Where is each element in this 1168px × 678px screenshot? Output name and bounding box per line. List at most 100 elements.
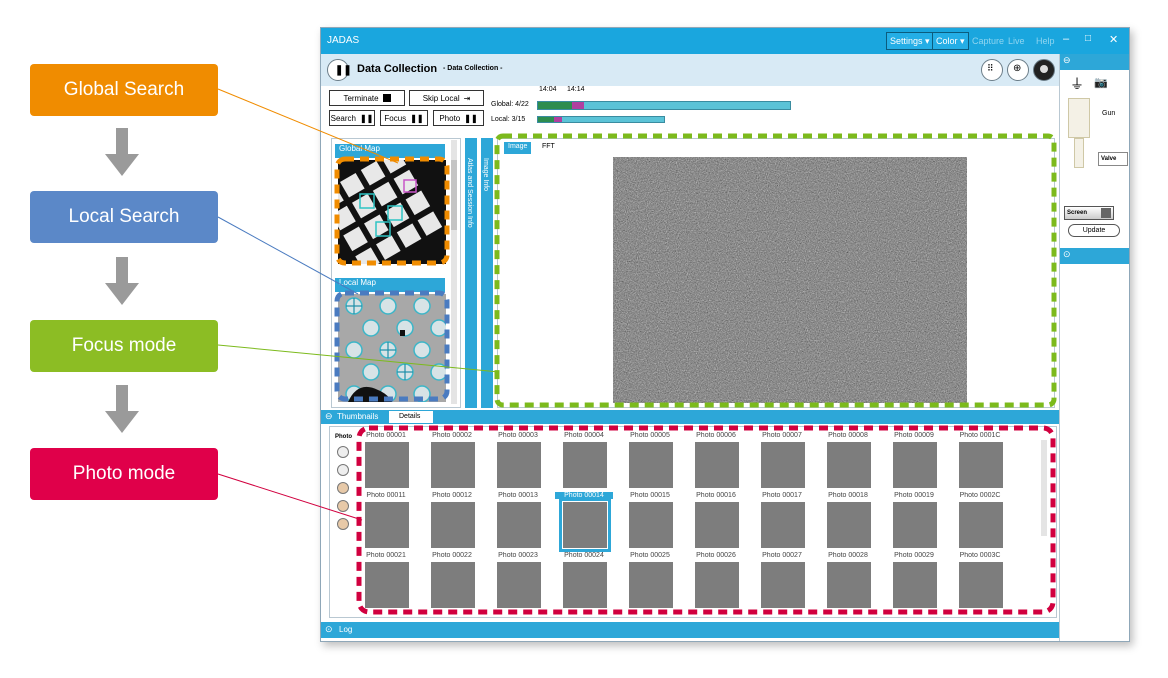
thumbnail-image[interactable] xyxy=(497,562,541,608)
thumbnail-image[interactable] xyxy=(629,562,673,608)
right-panel-section: ⊙ xyxy=(1060,248,1129,264)
search-pause-button[interactable]: Search ❚❚ xyxy=(329,110,375,126)
thumbnail-image[interactable] xyxy=(629,502,673,548)
beam-icon: ⏚ xyxy=(1070,76,1084,92)
collapse-icon[interactable]: ⊖ xyxy=(1063,55,1071,66)
flow-photo-mode: Photo mode xyxy=(30,448,218,500)
thumbnail-image[interactable] xyxy=(695,562,739,608)
local-map-image[interactable] xyxy=(338,294,446,402)
thumbnail-image[interactable] xyxy=(761,502,805,548)
global-map-image[interactable] xyxy=(338,160,446,264)
thumbnail-label: Photo 00004 xyxy=(564,432,604,439)
close-icon[interactable]: ✕ xyxy=(1109,33,1118,46)
tab-thumbnails[interactable]: Thumbnails xyxy=(337,412,378,421)
thumbnail-image[interactable] xyxy=(431,442,475,488)
valve-button[interactable]: Valve xyxy=(1098,152,1128,166)
thumbnail-image[interactable] xyxy=(827,562,871,608)
thumbnail-image[interactable] xyxy=(563,442,607,488)
thumbnail-image[interactable] xyxy=(761,442,805,488)
column-schematic xyxy=(1068,98,1090,138)
title-bar: JADAS Settings ▾ Color ▾ Capture Live He… xyxy=(321,28,1129,54)
pause-icon: ❚❚ xyxy=(335,65,352,76)
thumbnail-label: Photo 00016 xyxy=(696,492,736,499)
color-menu[interactable]: Color ▾ xyxy=(932,32,969,50)
log-bar[interactable]: ⊙ Log xyxy=(321,622,1059,638)
atlas-info-strip[interactable]: Atlas and Session Info xyxy=(465,138,477,408)
thumbnail-label: Photo 00009 xyxy=(894,432,934,439)
thumbnail-image[interactable] xyxy=(629,442,673,488)
thumbnail-image[interactable] xyxy=(365,442,409,488)
thumbnail-image[interactable] xyxy=(497,502,541,548)
thumbnail-label: Photo 00029 xyxy=(894,552,934,559)
tab-fft[interactable]: FFT xyxy=(538,142,559,154)
thumb-scrollbar[interactable] xyxy=(1041,440,1047,536)
settings-menu[interactable]: Settings ▾ xyxy=(886,32,934,50)
skip-local-label: Skip Local xyxy=(422,93,460,103)
thumbnail-label: Photo 00023 xyxy=(498,552,538,559)
gun-label: Gun xyxy=(1102,110,1116,117)
thumbnail-image[interactable] xyxy=(959,562,1003,608)
thumbnail-label: Photo 00021 xyxy=(366,552,406,559)
thumbnail-image[interactable] xyxy=(893,562,937,608)
thumb-tool-button[interactable] xyxy=(337,518,349,530)
screen-toggle[interactable]: Screen xyxy=(1064,206,1114,220)
thumbnail-image[interactable] xyxy=(827,442,871,488)
scrollbar-thumb[interactable] xyxy=(451,160,457,230)
toggle-knob xyxy=(1101,208,1111,218)
thumbnail-image[interactable] xyxy=(497,442,541,488)
thumbnail-image[interactable] xyxy=(365,502,409,548)
terminate-button[interactable]: Terminate xyxy=(329,90,405,106)
skip-local-button[interactable]: Skip Local ⇥ xyxy=(409,90,484,106)
thumbnail-image[interactable] xyxy=(827,502,871,548)
thumbnail-image[interactable] xyxy=(563,562,607,608)
thumbnail-image[interactable] xyxy=(559,498,611,552)
thumb-tool-button[interactable] xyxy=(337,446,349,458)
flow-label: Photo mode xyxy=(72,463,176,484)
photo-pause-button[interactable]: Photo ❚❚ xyxy=(433,110,484,126)
record-button[interactable] xyxy=(1033,59,1055,81)
local-progress-bar xyxy=(537,116,665,123)
capture-menu[interactable]: Capture xyxy=(969,32,1007,50)
global-progress-label: Global: 4/22 xyxy=(491,101,529,108)
thumbnail-image[interactable] xyxy=(695,502,739,548)
focus-pause-button[interactable]: Focus ❚❚ xyxy=(380,110,428,126)
thumbnail-image[interactable] xyxy=(695,442,739,488)
focus-label: Focus xyxy=(384,113,407,123)
target-button[interactable]: ⊕ xyxy=(1007,59,1029,81)
log-label: Log xyxy=(339,625,353,634)
thumb-tool-button[interactable] xyxy=(337,464,349,476)
image-info-strip[interactable]: Image Info xyxy=(481,138,493,408)
thumbnail-label: Photo 00005 xyxy=(630,432,670,439)
update-button[interactable]: Update xyxy=(1068,224,1120,237)
thumbnail-image[interactable] xyxy=(431,502,475,548)
thumbnail-image[interactable] xyxy=(959,442,1003,488)
thumbnail-image[interactable] xyxy=(761,562,805,608)
help-menu[interactable]: Help xyxy=(1033,32,1058,50)
down-arrow-icon xyxy=(105,257,139,305)
flow-focus-mode: Focus mode xyxy=(30,320,218,372)
maximize-icon[interactable]: □ xyxy=(1085,33,1091,44)
camera-icon: 📷 xyxy=(1094,77,1108,89)
tab-image[interactable]: Image xyxy=(504,142,532,154)
tab-details[interactable]: Details xyxy=(389,411,433,423)
thumbnail-image[interactable] xyxy=(893,442,937,488)
live-menu[interactable]: Live xyxy=(1005,32,1028,50)
thumbnail-label: Photo 00012 xyxy=(432,492,472,499)
thumbnail-image[interactable] xyxy=(959,502,1003,548)
pause-button[interactable]: ❚❚ xyxy=(327,59,352,81)
flow-global-search: Global Search xyxy=(30,64,218,116)
thumb-tool-button[interactable] xyxy=(337,500,349,512)
local-progress-label: Local: 3/15 xyxy=(491,116,526,123)
grid-view-button[interactable]: ⠿ xyxy=(981,59,1003,81)
collapse-icon[interactable]: ⊖ xyxy=(325,411,333,422)
expand-icon[interactable]: ⊙ xyxy=(325,624,333,635)
thumbnail-image[interactable] xyxy=(431,562,475,608)
map-scrollbar[interactable] xyxy=(451,140,457,404)
micrograph-image xyxy=(613,157,967,403)
thumbnail-image[interactable] xyxy=(893,502,937,548)
minimize-icon[interactable]: – xyxy=(1063,33,1069,45)
expand-icon[interactable]: ⊙ xyxy=(1063,249,1071,260)
thumbnail-image[interactable] xyxy=(365,562,409,608)
thumbnail-label: Photo 00011 xyxy=(366,492,406,499)
thumb-tool-button[interactable] xyxy=(337,482,349,494)
